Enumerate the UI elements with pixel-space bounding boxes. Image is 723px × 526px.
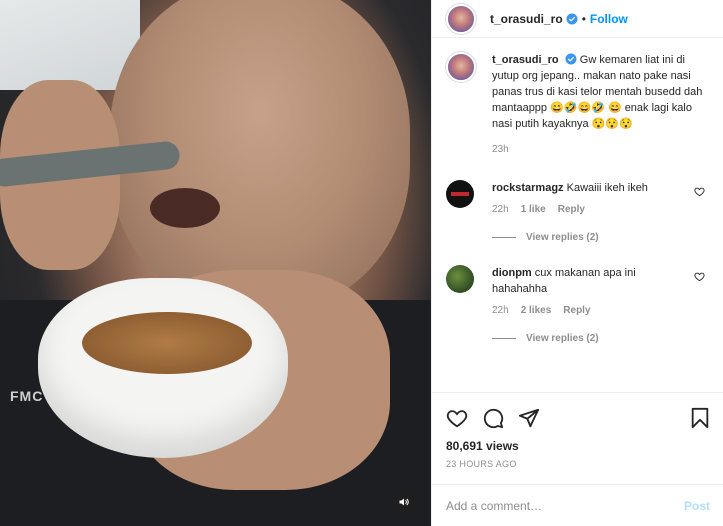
reply-button[interactable]: Reply [558, 202, 585, 218]
replies-divider [492, 338, 516, 339]
natto-rice [82, 312, 252, 374]
view-replies-label: View replies (2) [526, 333, 599, 344]
paper-plane-icon[interactable] [518, 407, 540, 429]
commenter-avatar[interactable] [446, 180, 474, 208]
view-replies-label: View replies (2) [526, 232, 599, 243]
verified-badge-icon [565, 53, 577, 65]
follow-button[interactable]: Follow [590, 12, 628, 26]
post-timestamp[interactable]: 23 HOURS AGO [446, 459, 710, 469]
comments-list[interactable]: t_orasudi_ro Gw kemaren liat ini di yutu… [432, 38, 723, 382]
author-avatar[interactable] [446, 3, 476, 34]
heart-icon[interactable] [446, 407, 468, 429]
view-replies-button[interactable]: View replies (2) [492, 232, 709, 243]
reply-button[interactable]: Reply [563, 303, 590, 319]
instagram-post: FMC t_orasudi_ro • Follow t_orasudi_ro G… [0, 0, 723, 526]
comment-like-heart-icon[interactable] [694, 271, 705, 282]
comment-text: Kawaiii ikeh ikeh [566, 182, 648, 194]
comment-input[interactable] [446, 498, 666, 513]
post-comment-button[interactable]: Post [684, 499, 710, 513]
comment-age[interactable]: 22h [492, 303, 509, 319]
caption-author-avatar[interactable] [446, 52, 476, 82]
post-header: t_orasudi_ro • Follow [432, 0, 723, 38]
replies-divider [492, 237, 516, 238]
post-actions-section: 80,691 views 23 HOURS AGO [432, 392, 723, 469]
comment-item: dionpm cux makanan apa ini hahahahha 22h… [446, 265, 709, 319]
commenter-avatar[interactable] [446, 265, 474, 293]
comment-bubble-icon[interactable] [482, 407, 504, 429]
view-replies-button[interactable]: View replies (2) [492, 333, 709, 344]
commenter-username[interactable]: dionpm [492, 267, 532, 279]
shirt-logo: FMC [10, 388, 44, 404]
comment-item: rockstarmagz Kawaiii ikeh ikeh 22h 1 lik… [446, 180, 709, 218]
view-count[interactable]: 80,691 views [446, 439, 710, 453]
action-bar [446, 403, 710, 433]
comment-like-heart-icon[interactable] [694, 186, 705, 197]
caption-username[interactable]: t_orasudi_ro [492, 54, 559, 66]
comment-likes[interactable]: 1 like [521, 202, 546, 218]
commenter-username[interactable]: rockstarmagz [492, 182, 564, 194]
caption-text-block: t_orasudi_ro Gw kemaren liat ini di yutu… [492, 52, 709, 132]
audio-toggle-button[interactable] [392, 490, 416, 514]
post-video[interactable]: FMC [0, 0, 431, 526]
verified-badge-icon [566, 13, 578, 25]
comment-composer: Post [432, 484, 723, 526]
header-separator: • [581, 11, 586, 26]
post-side-panel: t_orasudi_ro • Follow t_orasudi_ro Gw ke… [431, 0, 723, 526]
speaker-icon [398, 496, 410, 508]
comment-likes[interactable]: 2 likes [521, 303, 552, 319]
bookmark-icon[interactable] [690, 407, 710, 429]
caption-age[interactable]: 23h [492, 142, 709, 158]
post-caption: t_orasudi_ro Gw kemaren liat ini di yutu… [446, 52, 709, 158]
mouth [150, 188, 220, 228]
comment-age[interactable]: 22h [492, 202, 509, 218]
author-username[interactable]: t_orasudi_ro [490, 12, 563, 26]
